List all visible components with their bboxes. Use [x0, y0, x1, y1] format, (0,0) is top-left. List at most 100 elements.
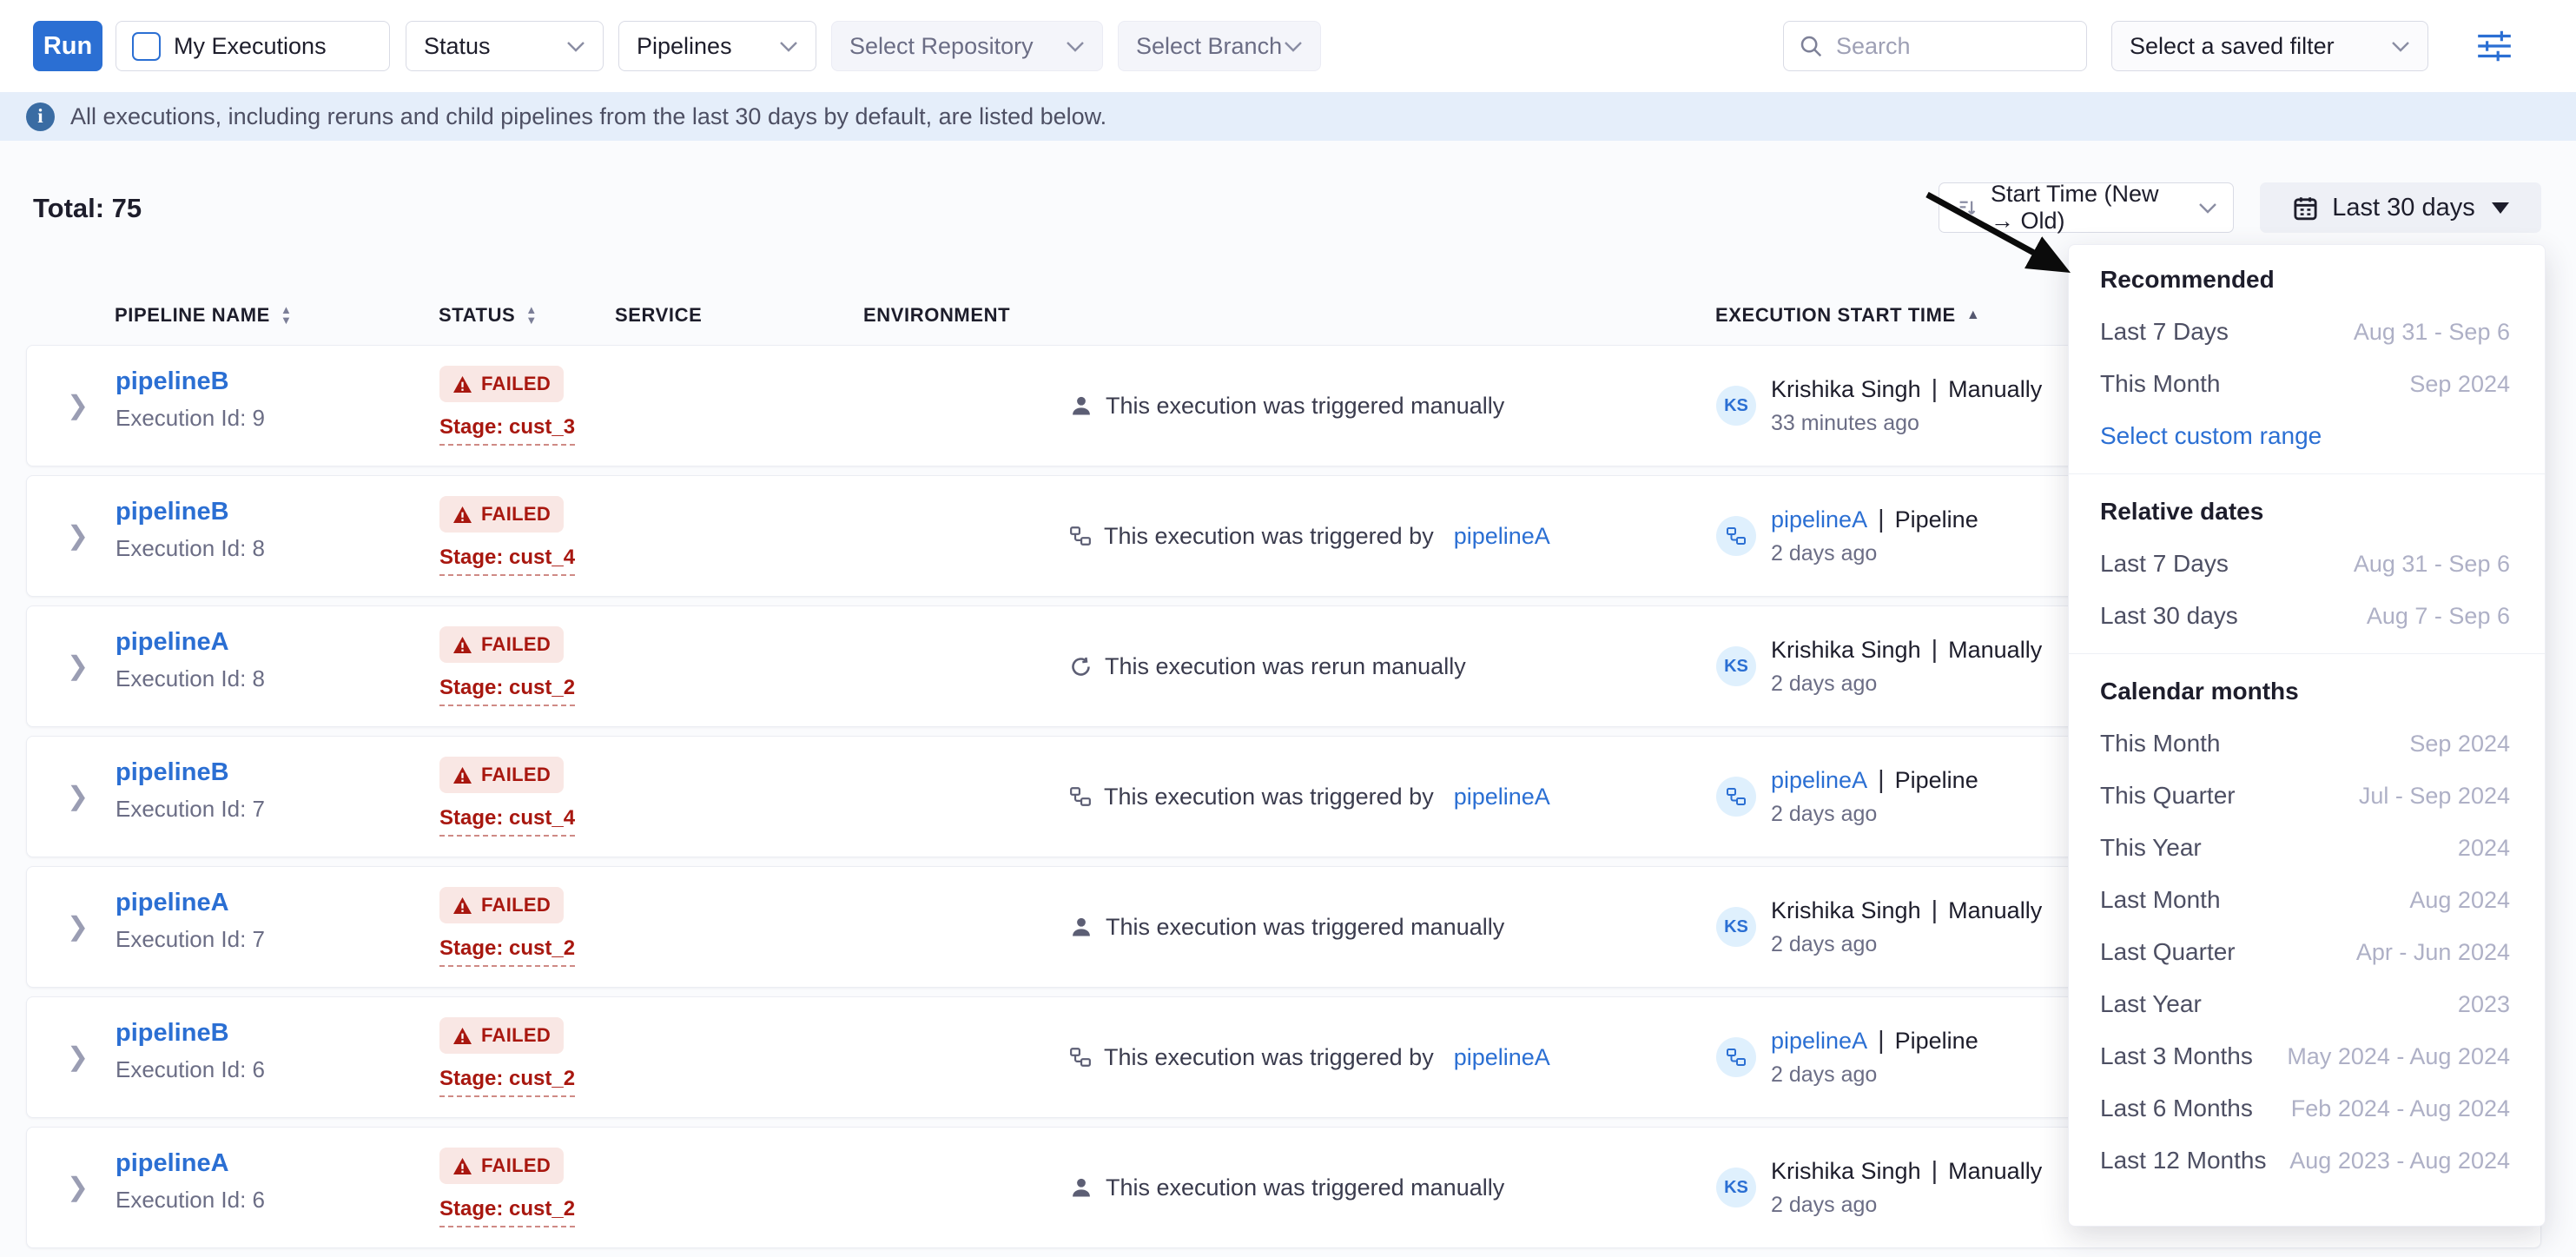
execution-start-cell: pipelineA | Pipeline 2 days ago: [1716, 997, 1978, 1117]
pipeline-icon: [1069, 1046, 1092, 1068]
sort-order-dropdown[interactable]: Start Time (New → Old): [1939, 182, 2234, 233]
trigger-text: This execution was rerun manually: [1105, 653, 1466, 680]
menu-item-last-7-days[interactable]: Last 7 Days Aug 31 - Sep 6: [2100, 538, 2510, 590]
sort-arrows-icon[interactable]: ▲▼: [281, 305, 292, 326]
menu-item-last-30-days[interactable]: Last 30 days Aug 7 - Sep 6: [2100, 590, 2510, 642]
menu-item-label: This Month: [2100, 730, 2221, 758]
pipeline-name-cell: pipelineA Execution Id: 7: [116, 889, 265, 953]
trigger-pipeline-link[interactable]: pipelineA: [1454, 784, 1550, 810]
expand-chevron-icon[interactable]: ❯: [67, 782, 89, 812]
separator: |: [1932, 1157, 1939, 1186]
failed-stage-link[interactable]: Stage: cust_2: [439, 1197, 575, 1227]
failed-stage-link[interactable]: Stage: cust_4: [439, 546, 575, 576]
search-input[interactable]: [1834, 32, 2046, 61]
chevron-down-icon: [1284, 41, 1303, 52]
menu-item-last-7-days[interactable]: Last 7 Days Aug 31 - Sep 6: [2100, 306, 2510, 358]
failed-stage-link[interactable]: Stage: cust_2: [439, 936, 575, 967]
pipeline-name-link[interactable]: pipelineB: [116, 498, 265, 526]
execution-id: Execution Id: 6: [116, 1056, 265, 1083]
menu-item-last-year[interactable]: Last Year 2023: [2100, 978, 2510, 1030]
my-executions-checkbox[interactable]: [132, 32, 161, 61]
user-icon: [1069, 394, 1093, 418]
starter-pipeline-link[interactable]: pipelineA: [1771, 767, 1867, 794]
my-executions-toggle[interactable]: My Executions: [116, 21, 390, 71]
expand-chevron-icon[interactable]: ❯: [67, 912, 89, 943]
select-branch-dropdown[interactable]: Select Branch: [1118, 21, 1321, 71]
saved-filter-dropdown[interactable]: Select a saved filter: [2111, 21, 2428, 71]
expand-chevron-icon[interactable]: ❯: [67, 1042, 89, 1073]
execution-id: Execution Id: 6: [116, 1187, 265, 1214]
trigger-pipeline-link[interactable]: pipelineA: [1454, 1044, 1550, 1071]
start-time-ago: 2 days ago: [1771, 802, 1978, 827]
pipeline-avatar: [1716, 516, 1756, 556]
trigger-text: This execution was triggered by: [1104, 1044, 1434, 1071]
pipelines-filter-dropdown[interactable]: Pipelines: [618, 21, 816, 71]
menu-item-range: 2023: [2458, 991, 2510, 1018]
status-badge: FAILED: [439, 887, 564, 923]
column-header-pipeline-name[interactable]: PIPELINE NAME ▲▼: [115, 300, 292, 331]
failed-stage-link[interactable]: Stage: cust_4: [439, 806, 575, 837]
pipeline-icon: [1726, 1047, 1747, 1068]
run-button[interactable]: Run: [33, 21, 102, 71]
pipeline-name-link[interactable]: pipelineA: [116, 628, 265, 657]
menu-item-range: Sep 2024: [2409, 731, 2510, 758]
warning-icon: [452, 506, 472, 524]
execution-id: Execution Id: 7: [116, 796, 265, 823]
pipeline-name-cell: pipelineB Execution Id: 6: [116, 1019, 265, 1083]
pipeline-name-link[interactable]: pipelineB: [116, 758, 265, 787]
starter-name: Krishika Singh: [1771, 637, 1921, 664]
expand-chevron-icon[interactable]: ❯: [67, 521, 89, 552]
pipeline-name-link[interactable]: pipelineB: [116, 1019, 265, 1048]
starter-pipeline-link[interactable]: pipelineA: [1771, 506, 1867, 533]
status-label: FAILED: [481, 1154, 551, 1177]
trigger-text: This execution was triggered manually: [1106, 393, 1504, 420]
column-header-service: SERVICE: [615, 300, 702, 331]
menu-item-range: Aug 31 - Sep 6: [2354, 319, 2510, 346]
menu-item-this-month[interactable]: This Month Sep 2024: [2100, 358, 2510, 410]
column-header-execution-start-time[interactable]: EXECUTION START TIME ▲: [1715, 300, 1980, 331]
chevron-down-icon: [779, 41, 798, 52]
pipeline-name-link[interactable]: pipelineA: [116, 889, 265, 917]
failed-stage-link[interactable]: Stage: cust_2: [439, 1067, 575, 1097]
starter-info: Krishika Singh | Manually: [1771, 896, 2042, 925]
menu-item-last-12-months[interactable]: Last 12 Months Aug 2023 - Aug 2024: [2100, 1135, 2510, 1187]
menu-item-this-month[interactable]: This Month Sep 2024: [2100, 718, 2510, 770]
select-branch-label: Select Branch: [1136, 33, 1282, 60]
menu-item-last-6-months[interactable]: Last 6 Months Feb 2024 - Aug 2024: [2100, 1082, 2510, 1135]
pipeline-name-link[interactable]: pipelineB: [116, 367, 265, 396]
menu-item-last-quarter[interactable]: Last Quarter Apr - Jun 2024: [2100, 926, 2510, 978]
menu-item-label: Last 7 Days: [2100, 550, 2229, 578]
menu-item-this-year[interactable]: This Year 2024: [2100, 822, 2510, 874]
select-custom-range-link[interactable]: Select custom range: [2100, 410, 2510, 462]
failed-stage-link[interactable]: Stage: cust_3: [439, 415, 575, 446]
expand-chevron-icon[interactable]: ❯: [67, 1173, 89, 1203]
select-repository-dropdown[interactable]: Select Repository: [831, 21, 1103, 71]
pipeline-icon: [1069, 525, 1092, 547]
menu-item-this-quarter[interactable]: This Quarter Jul - Sep 2024: [2100, 770, 2510, 822]
filter-settings-button[interactable]: [2468, 21, 2520, 71]
trigger-text: This execution was triggered by: [1104, 523, 1434, 550]
execution-id: Execution Id: 7: [116, 926, 265, 953]
failed-stage-link[interactable]: Stage: cust_2: [439, 676, 575, 706]
status-cell: FAILED Stage: cust_2: [439, 1148, 575, 1227]
menu-item-label: Last 3 Months: [2100, 1042, 2253, 1070]
starter-name: Krishika Singh: [1771, 376, 1921, 403]
avatar: KS: [1716, 386, 1756, 426]
separator: |: [1878, 506, 1885, 534]
menu-item-last-month[interactable]: Last Month Aug 2024: [2100, 874, 2510, 926]
sort-arrows-icon[interactable]: ▲▼: [525, 305, 537, 326]
pipeline-name-link[interactable]: pipelineA: [116, 1149, 265, 1178]
menu-item-last-3-months[interactable]: Last 3 Months May 2024 - Aug 2024: [2100, 1030, 2510, 1082]
calendar-icon: [2292, 195, 2319, 222]
starter-pipeline-link[interactable]: pipelineA: [1771, 1028, 1867, 1055]
expand-chevron-icon[interactable]: ❯: [67, 391, 89, 421]
trigger-pipeline-link[interactable]: pipelineA: [1454, 523, 1550, 550]
expand-chevron-icon[interactable]: ❯: [67, 652, 89, 682]
date-range-button[interactable]: Last 30 days: [2260, 182, 2541, 233]
status-filter-dropdown[interactable]: Status: [406, 21, 604, 71]
column-header-status[interactable]: STATUS ▲▼: [439, 300, 538, 331]
user-icon: [1069, 1175, 1093, 1200]
menu-item-label: Last 6 Months: [2100, 1095, 2253, 1122]
search-box[interactable]: [1783, 21, 2087, 71]
trigger-text: This execution was triggered manually: [1106, 914, 1504, 941]
